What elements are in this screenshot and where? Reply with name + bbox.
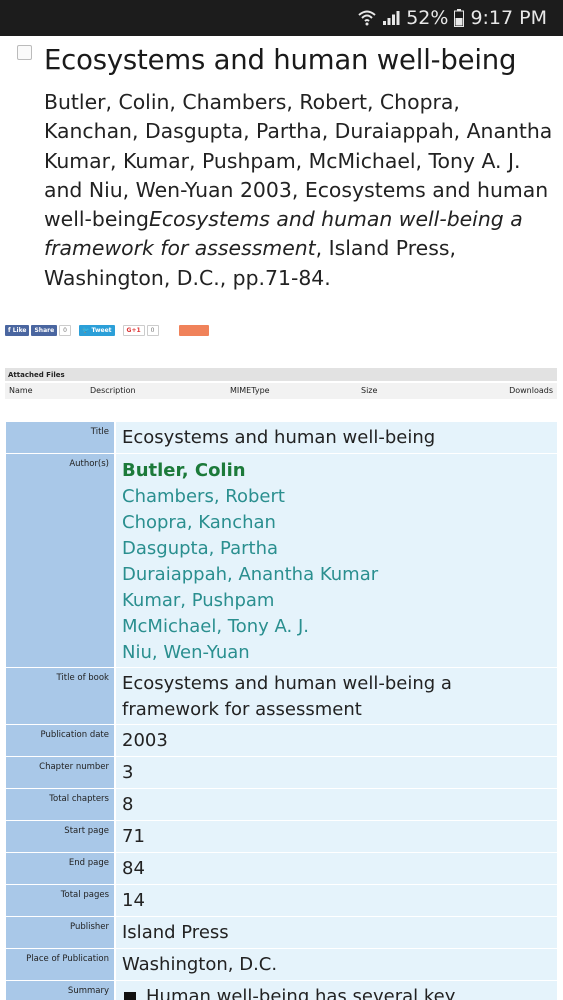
signal-icon xyxy=(382,10,400,26)
row-total-chapters: Total chapters 8 xyxy=(6,789,557,821)
column-size[interactable]: Size xyxy=(361,386,377,395)
row-title: Title Ecosystems and human well-being xyxy=(6,422,557,454)
author-link[interactable]: Chopra, Kanchan xyxy=(122,510,551,536)
label-authors: Author(s) xyxy=(6,454,116,667)
status-bar: 52% 9:17 PM xyxy=(0,0,563,36)
value-publisher: Island Press xyxy=(116,917,557,948)
row-summary: Summary Human well-being has several key xyxy=(6,981,557,1000)
like-label: Like xyxy=(12,326,27,334)
label-chapter-number: Chapter number xyxy=(6,757,116,788)
facebook-like-button[interactable]: f Like xyxy=(5,324,30,336)
label-book-title: Title of book xyxy=(6,668,116,724)
value-authors: Butler, Colin Chambers, Robert Chopra, K… xyxy=(116,454,557,667)
document-icon xyxy=(17,45,32,60)
summary-text: Human well-being has several key xyxy=(146,986,456,1000)
value-total-pages: 14 xyxy=(116,885,557,916)
author-link[interactable]: Kumar, Pushpam xyxy=(122,588,551,614)
label-publisher: Publisher xyxy=(6,917,116,948)
value-book-title: Ecosystems and human well-being a framew… xyxy=(116,668,557,724)
value-start-page: 71 xyxy=(116,821,557,852)
share-bar: f Like Share 0 🐦 Tweet G+1 0 xyxy=(5,324,211,336)
label-title: Title xyxy=(6,422,116,453)
label-end-page: End page xyxy=(6,853,116,884)
author-link[interactable]: Dasgupta, Partha xyxy=(122,536,551,562)
value-summary: Human well-being has several key xyxy=(116,981,557,1000)
value-publication-date: 2003 xyxy=(116,725,557,756)
label-summary: Summary xyxy=(6,981,116,1000)
row-place-of-publication: Place of Publication Washington, D.C. xyxy=(6,949,557,981)
clock: 9:17 PM xyxy=(470,7,547,29)
author-link[interactable]: Chambers, Robert xyxy=(122,484,551,510)
bullet-icon xyxy=(124,992,136,1000)
author-link[interactable]: Niu, Wen-Yuan xyxy=(122,640,551,666)
column-description[interactable]: Description xyxy=(90,386,136,395)
label-start-page: Start page xyxy=(6,821,116,852)
column-downloads[interactable]: Downloads xyxy=(509,386,553,395)
battery-percent: 52% xyxy=(406,7,449,29)
gplus-count: 0 xyxy=(146,324,159,336)
details-table: Title Ecosystems and human well-being Au… xyxy=(6,422,557,1000)
row-book-title: Title of book Ecosystems and human well-… xyxy=(6,668,557,725)
row-end-page: End page 84 xyxy=(6,853,557,885)
label-total-chapters: Total chapters xyxy=(6,789,116,820)
column-name[interactable]: Name xyxy=(9,386,33,395)
facebook-share-button[interactable]: Share xyxy=(31,324,58,336)
label-total-pages: Total pages xyxy=(6,885,116,916)
attached-files-columns: Name Description MIMEType Size Downloads xyxy=(5,383,557,399)
row-publisher: Publisher Island Press xyxy=(6,917,557,949)
column-mimetype[interactable]: MIMEType xyxy=(230,386,270,395)
label-publication-date: Publication date xyxy=(6,725,116,756)
citation: Butler, Colin, Chambers, Robert, Chopra,… xyxy=(44,88,554,293)
row-publication-date: Publication date 2003 xyxy=(6,725,557,757)
value-end-page: 84 xyxy=(116,853,557,884)
author-link[interactable]: Butler, Colin xyxy=(122,458,551,484)
value-title: Ecosystems and human well-being xyxy=(116,422,557,453)
author-link[interactable]: McMichael, Tony A. J. xyxy=(122,614,551,640)
more-share-button[interactable] xyxy=(178,324,209,336)
label-place-of-publication: Place of Publication xyxy=(6,949,116,980)
value-chapter-number: 3 xyxy=(116,757,557,788)
page-title: Ecosystems and human well-being xyxy=(44,44,517,76)
tweet-button[interactable]: 🐦 Tweet xyxy=(78,324,115,336)
share-count: 0 xyxy=(59,324,71,336)
row-chapter-number: Chapter number 3 xyxy=(6,757,557,789)
battery-icon xyxy=(454,9,465,27)
row-authors: Author(s) Butler, Colin Chambers, Robert… xyxy=(6,454,557,668)
author-link[interactable]: Duraiappah, Anantha Kumar xyxy=(122,562,551,588)
row-total-pages: Total pages 14 xyxy=(6,885,557,917)
row-start-page: Start page 71 xyxy=(6,821,557,853)
google-plus-button[interactable]: G+1 xyxy=(122,324,145,336)
value-place-of-publication: Washington, D.C. xyxy=(116,949,557,980)
value-total-chapters: 8 xyxy=(116,789,557,820)
attached-files-header: Attached Files xyxy=(5,368,557,381)
wifi-icon xyxy=(358,10,376,26)
tweet-label: Tweet xyxy=(91,326,112,334)
